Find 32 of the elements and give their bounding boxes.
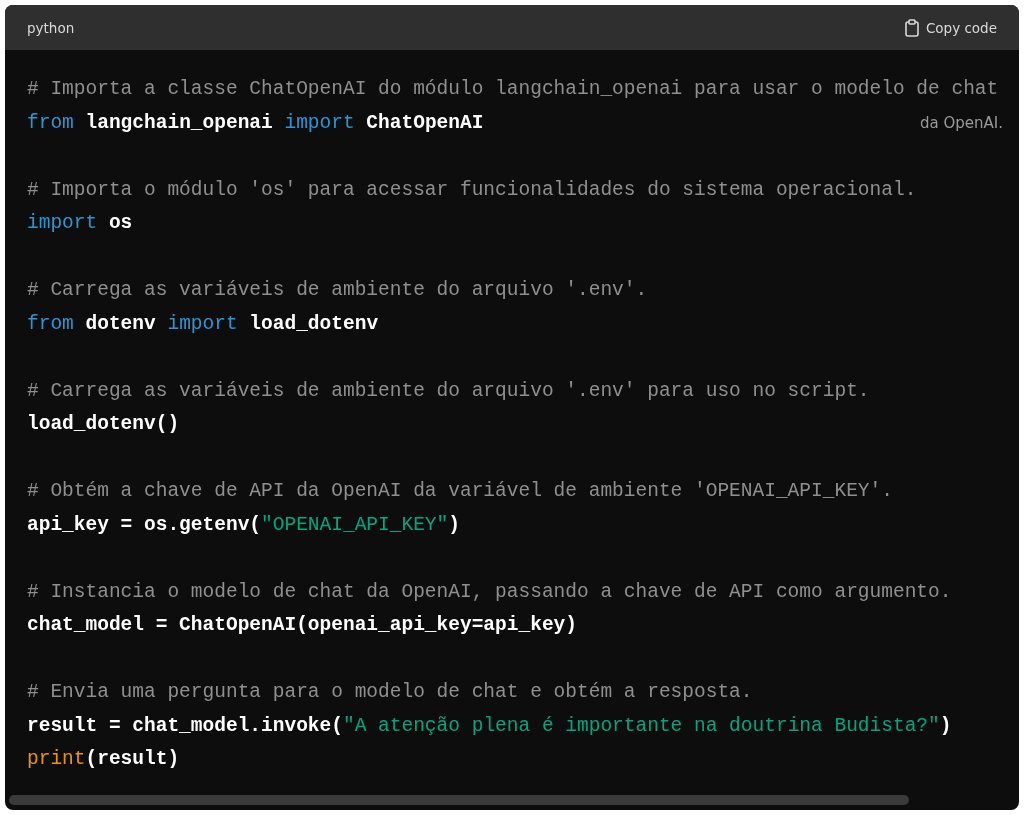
code-keyword: import: [27, 211, 98, 236]
code-text: api_key = os.getenv(: [27, 512, 262, 538]
code-text: dotenv: [84, 311, 157, 337]
code-keyword: from: [27, 311, 74, 337]
wrapped-comment-text: da OpenAI.: [920, 112, 1003, 134]
code-comment: # Envia uma pergunta para o modelo de chat e obtém a resposta.: [27, 680, 753, 705]
code-text: load_dotenv: [248, 311, 379, 337]
language-label: python: [27, 19, 75, 36]
code-text: chat_model = ChatOpenAI(openai_api_key=api_key): [27, 613, 577, 638]
copy-code-button[interactable]: Copy code: [903, 18, 997, 37]
code-text: ChatOpenAI: [365, 110, 484, 136]
code-text: load_dotenv(): [27, 412, 180, 437]
code-keyword: import: [167, 311, 238, 337]
code-comment: # Importa a classe ChatOpenAI do módulo langchain_openai para usar o modelo de chat: [27, 77, 999, 102]
code-text: os: [107, 211, 133, 236]
code-text: ): [939, 713, 952, 739]
code-comment: # Importa o módulo 'os' para acessar funcionalidades do sistema operacional.: [27, 177, 917, 203]
code-text: (result): [85, 747, 180, 772]
code-string: "A atenção plena é importante na doutrina Budista?": [342, 713, 940, 739]
code-keyword: from: [27, 110, 74, 136]
code-string: "OPENAI_API_KEY": [261, 512, 449, 538]
code-builtin: print: [27, 747, 86, 772]
code-comment: # Carrega as variáveis de ambiente do arquivo '.env' para uso no script.: [27, 378, 870, 404]
code-comment: # Carrega as variáveis de ambiente do arquivo '.env'.: [27, 278, 648, 303]
code-text: ): [448, 512, 460, 538]
code-keyword: import: [284, 110, 355, 136]
clipboard-icon: [903, 18, 920, 37]
horizontal-scrollbar[interactable]: [9, 795, 909, 805]
code-text: langchain_openai: [84, 110, 274, 136]
code-comment: # Obtém a chave de API da OpenAI da variável de ambiente 'OPENAI_API_KEY'.: [27, 479, 893, 504]
code-comment: # Instancia o modelo de chat da OpenAI, passando a chave de API como argumento.: [27, 579, 952, 605]
code-text: result = chat_model.invoke(: [27, 713, 343, 739]
